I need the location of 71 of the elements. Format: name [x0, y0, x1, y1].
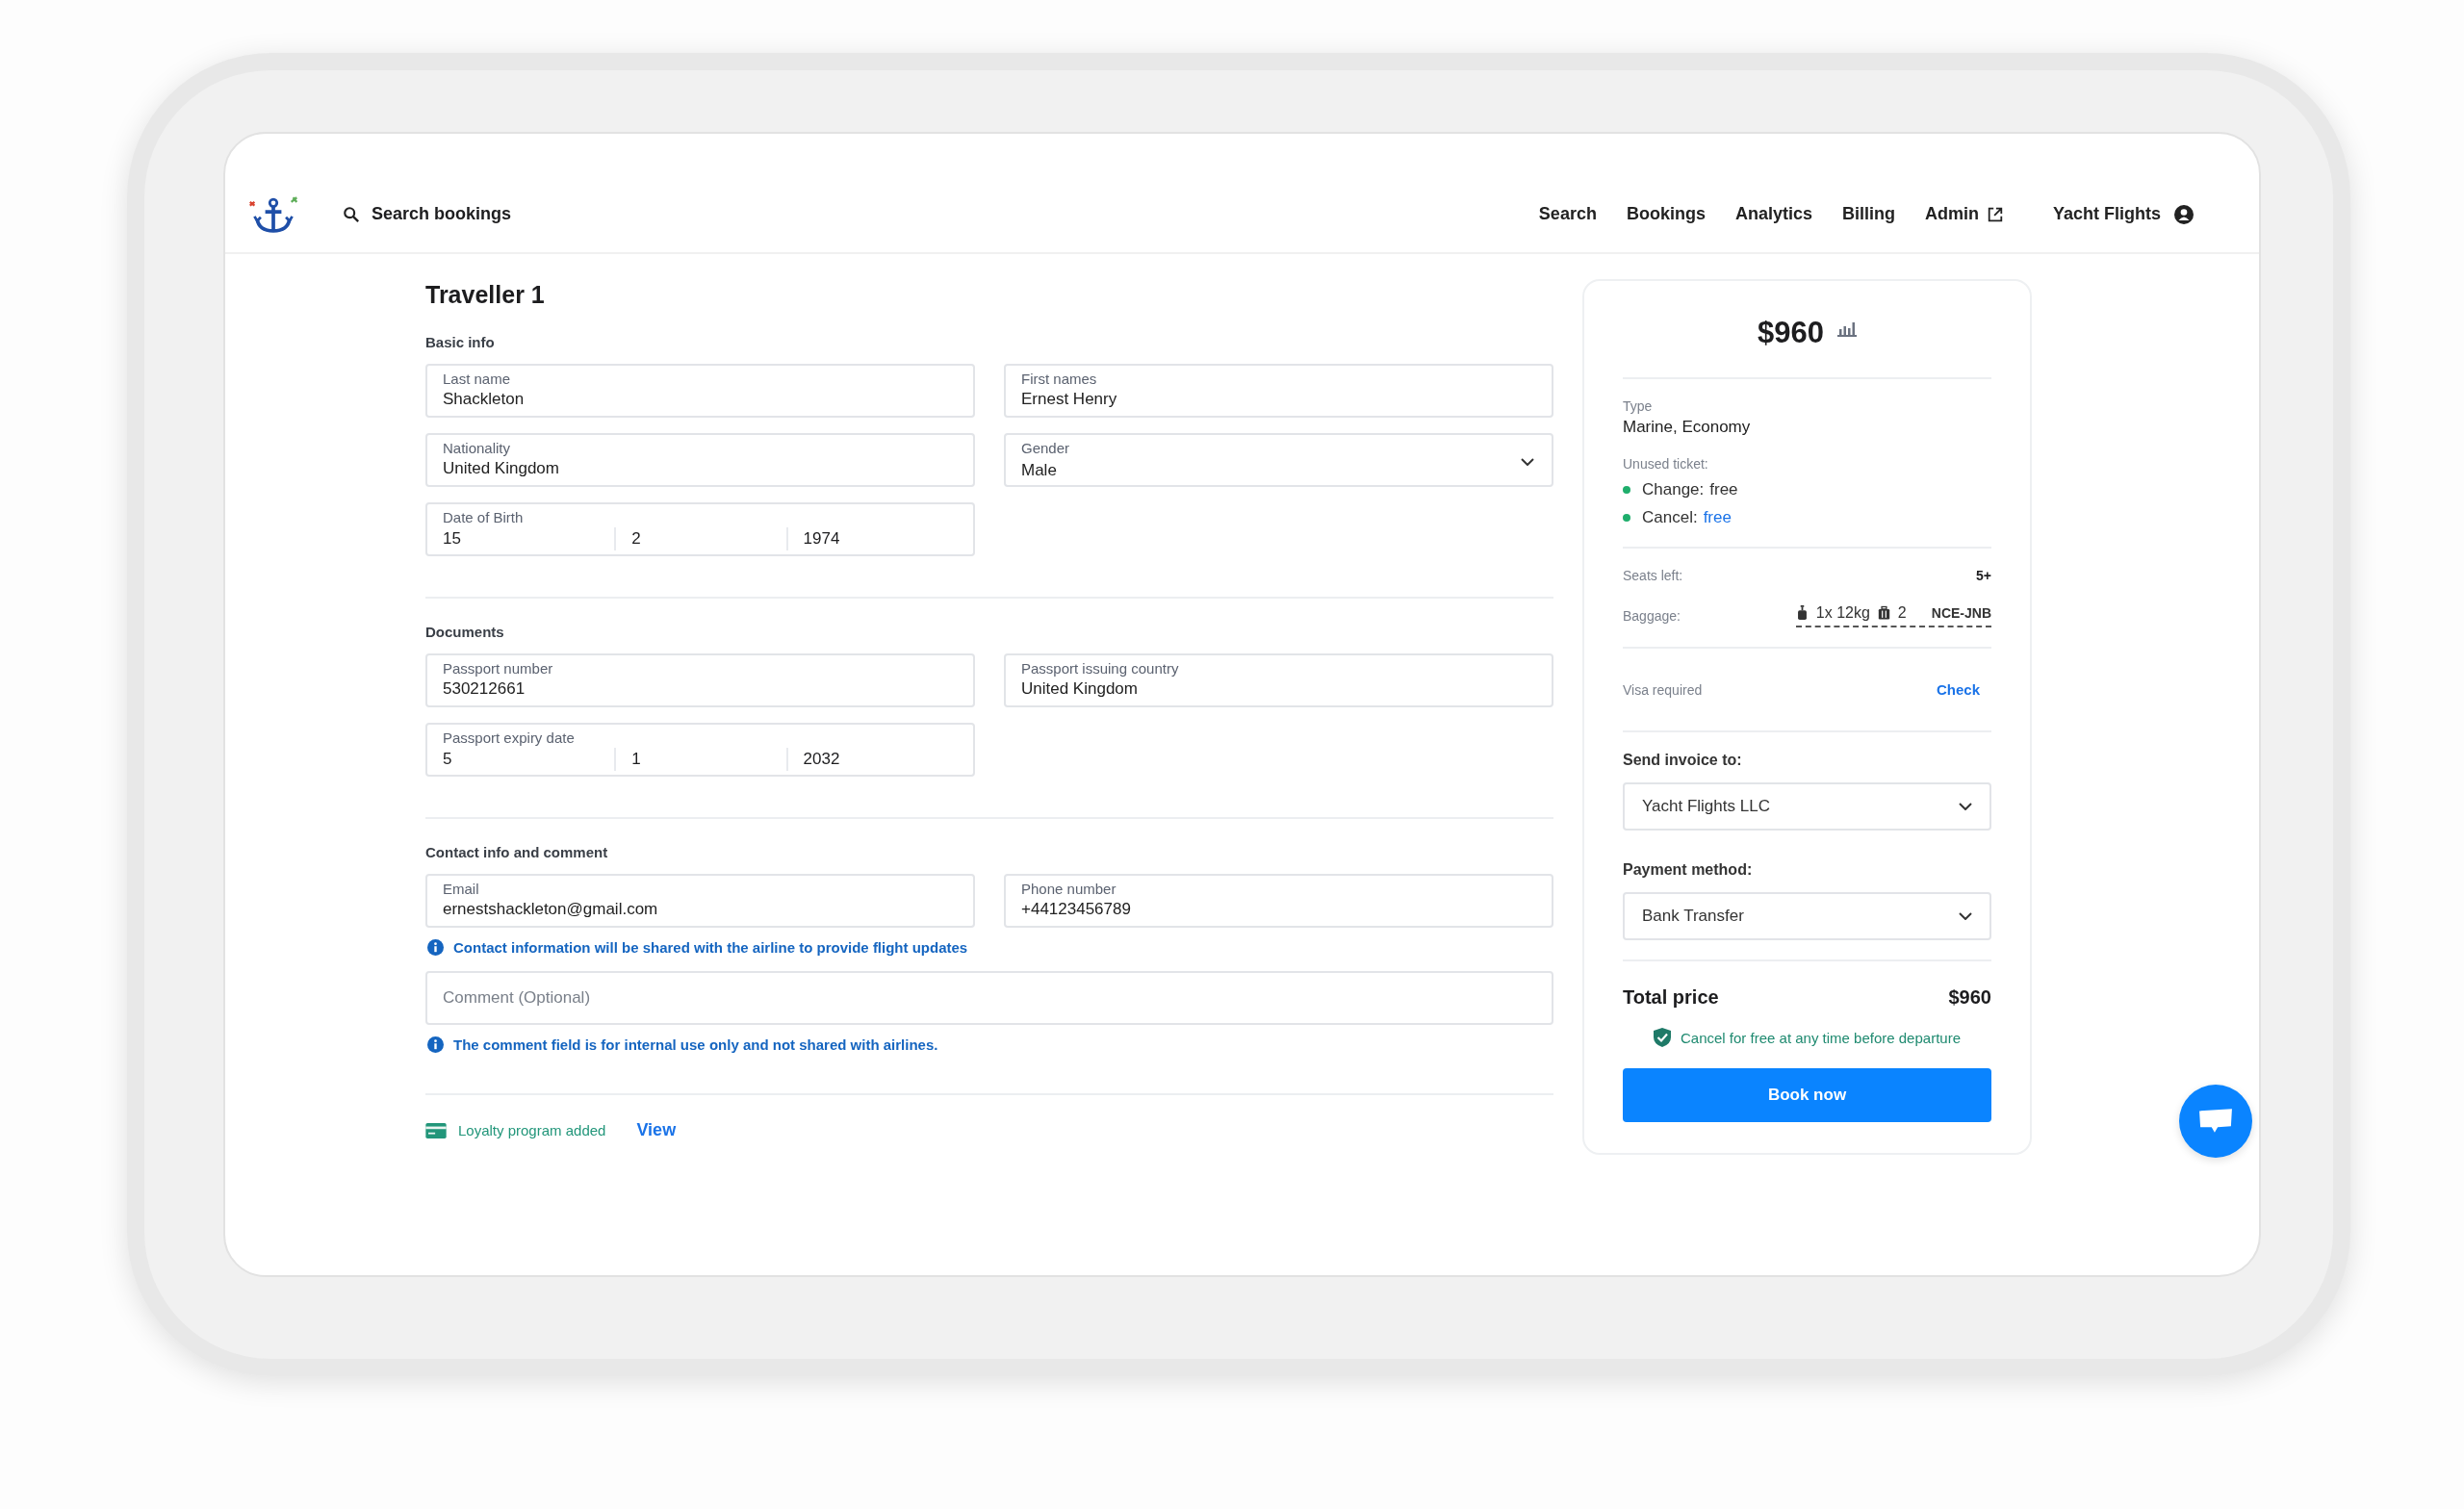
- invoice-dropdown[interactable]: Yacht Flights LLC: [1623, 782, 1991, 831]
- seats-value: 5+: [1976, 568, 1991, 583]
- unused-ticket-label: Unused ticket:: [1623, 456, 1709, 472]
- price: $960: [1758, 316, 1824, 350]
- date-part[interactable]: 15: [443, 527, 615, 550]
- status-dot: [1623, 514, 1630, 522]
- baggage-summary[interactable]: 1x 12kg 2 NCE-JNB: [1795, 604, 1991, 627]
- loyalty-status: Loyalty program added: [458, 1122, 606, 1138]
- chevron-down-icon: [1959, 912, 1972, 920]
- date-part[interactable]: 1: [614, 748, 786, 771]
- select-field[interactable]: Gender Male: [1004, 433, 1553, 487]
- invoice-label: Send invoice to:: [1623, 752, 1743, 769]
- nav-link[interactable]: Admin: [1924, 204, 2004, 224]
- account-menu[interactable]: Yacht Flights: [2052, 204, 2194, 224]
- nav-link[interactable]: Bookings: [1626, 204, 1706, 224]
- status-dot: [1623, 486, 1630, 494]
- text-field[interactable]: Email ernestshackleton@gmail.com: [425, 874, 975, 928]
- text-field[interactable]: Passport issuing country United Kingdom: [1004, 653, 1553, 707]
- type-value: Marine, Economy: [1623, 418, 1752, 437]
- free-cancellation-note: Cancel for free at any time before departure: [1681, 1029, 1961, 1046]
- shield-check-icon: [1654, 1028, 1671, 1047]
- text-field[interactable]: Passport number 530212661: [425, 653, 975, 707]
- type-label: Type: [1623, 398, 1654, 414]
- user-icon: [2174, 204, 2194, 224]
- nav-link[interactable]: Billing: [1841, 204, 1895, 224]
- date-part[interactable]: 2: [614, 527, 786, 550]
- payment-label: Payment method:: [1623, 861, 1754, 879]
- book-now-button[interactable]: Book now: [1623, 1068, 1991, 1122]
- text-field[interactable]: First names Ernest Henry: [1004, 364, 1553, 418]
- text-field[interactable]: Phone number +44123456789: [1004, 874, 1553, 928]
- view-link[interactable]: View: [636, 1120, 677, 1140]
- date-part[interactable]: 1974: [785, 527, 958, 550]
- search-icon: [343, 205, 360, 223]
- info-note: The comment field is for internal use only and not shared with airlines.: [453, 1036, 938, 1053]
- baggage-label: Baggage:: [1623, 608, 1681, 624]
- date-field[interactable]: Date of Birth 15 2 1974: [425, 502, 975, 556]
- total-label: Total price: [1623, 986, 1719, 1009]
- visa-label: Visa required: [1623, 681, 1703, 698]
- condition-label: Cancel:: [1642, 508, 1698, 527]
- date-field[interactable]: Passport expiry date 5 1 2032: [425, 723, 975, 777]
- external-link-icon: [1986, 205, 2004, 223]
- text-field[interactable]: Last name Shackleton: [425, 364, 975, 418]
- chat-button[interactable]: [2179, 1085, 2252, 1158]
- nav-link[interactable]: Search: [1538, 204, 1597, 224]
- seats-label: Seats left:: [1623, 568, 1683, 583]
- info-note: Contact information will be shared with the airline to provide flight updates: [453, 939, 968, 956]
- nav-link[interactable]: Analytics: [1734, 204, 1812, 224]
- section-heading: Contact info and comment: [425, 844, 609, 860]
- info-icon: [427, 1036, 444, 1053]
- chat-bubble-icon: [2198, 1108, 2233, 1135]
- info-icon: [427, 939, 444, 956]
- anchor-logo-icon[interactable]: [246, 193, 300, 235]
- section-heading: Documents: [425, 624, 505, 640]
- date-part[interactable]: 5: [443, 748, 615, 771]
- section-heading: Basic info: [425, 334, 496, 350]
- suitcase-icon: [1795, 605, 1809, 621]
- comment-field[interactable]: Comment (Optional): [425, 971, 1553, 1025]
- condition-label: Change:: [1642, 480, 1705, 499]
- credit-card-icon: [425, 1122, 447, 1138]
- chevron-down-icon: [1959, 803, 1972, 810]
- check-link[interactable]: Check: [1936, 681, 1980, 698]
- luggage-icon: [1877, 605, 1890, 621]
- condition-value: free: [1709, 480, 1738, 499]
- total-value: $960: [1948, 986, 1991, 1009]
- payment-dropdown[interactable]: Bank Transfer: [1623, 892, 1991, 940]
- chevron-down-icon: [1521, 458, 1534, 466]
- text-field[interactable]: Nationality United Kingdom: [425, 433, 975, 487]
- bar-chart-icon[interactable]: [1837, 321, 1857, 337]
- condition-link[interactable]: free: [1703, 508, 1732, 527]
- traveller-title: Traveller 1: [425, 281, 546, 309]
- date-part[interactable]: 2032: [785, 748, 958, 771]
